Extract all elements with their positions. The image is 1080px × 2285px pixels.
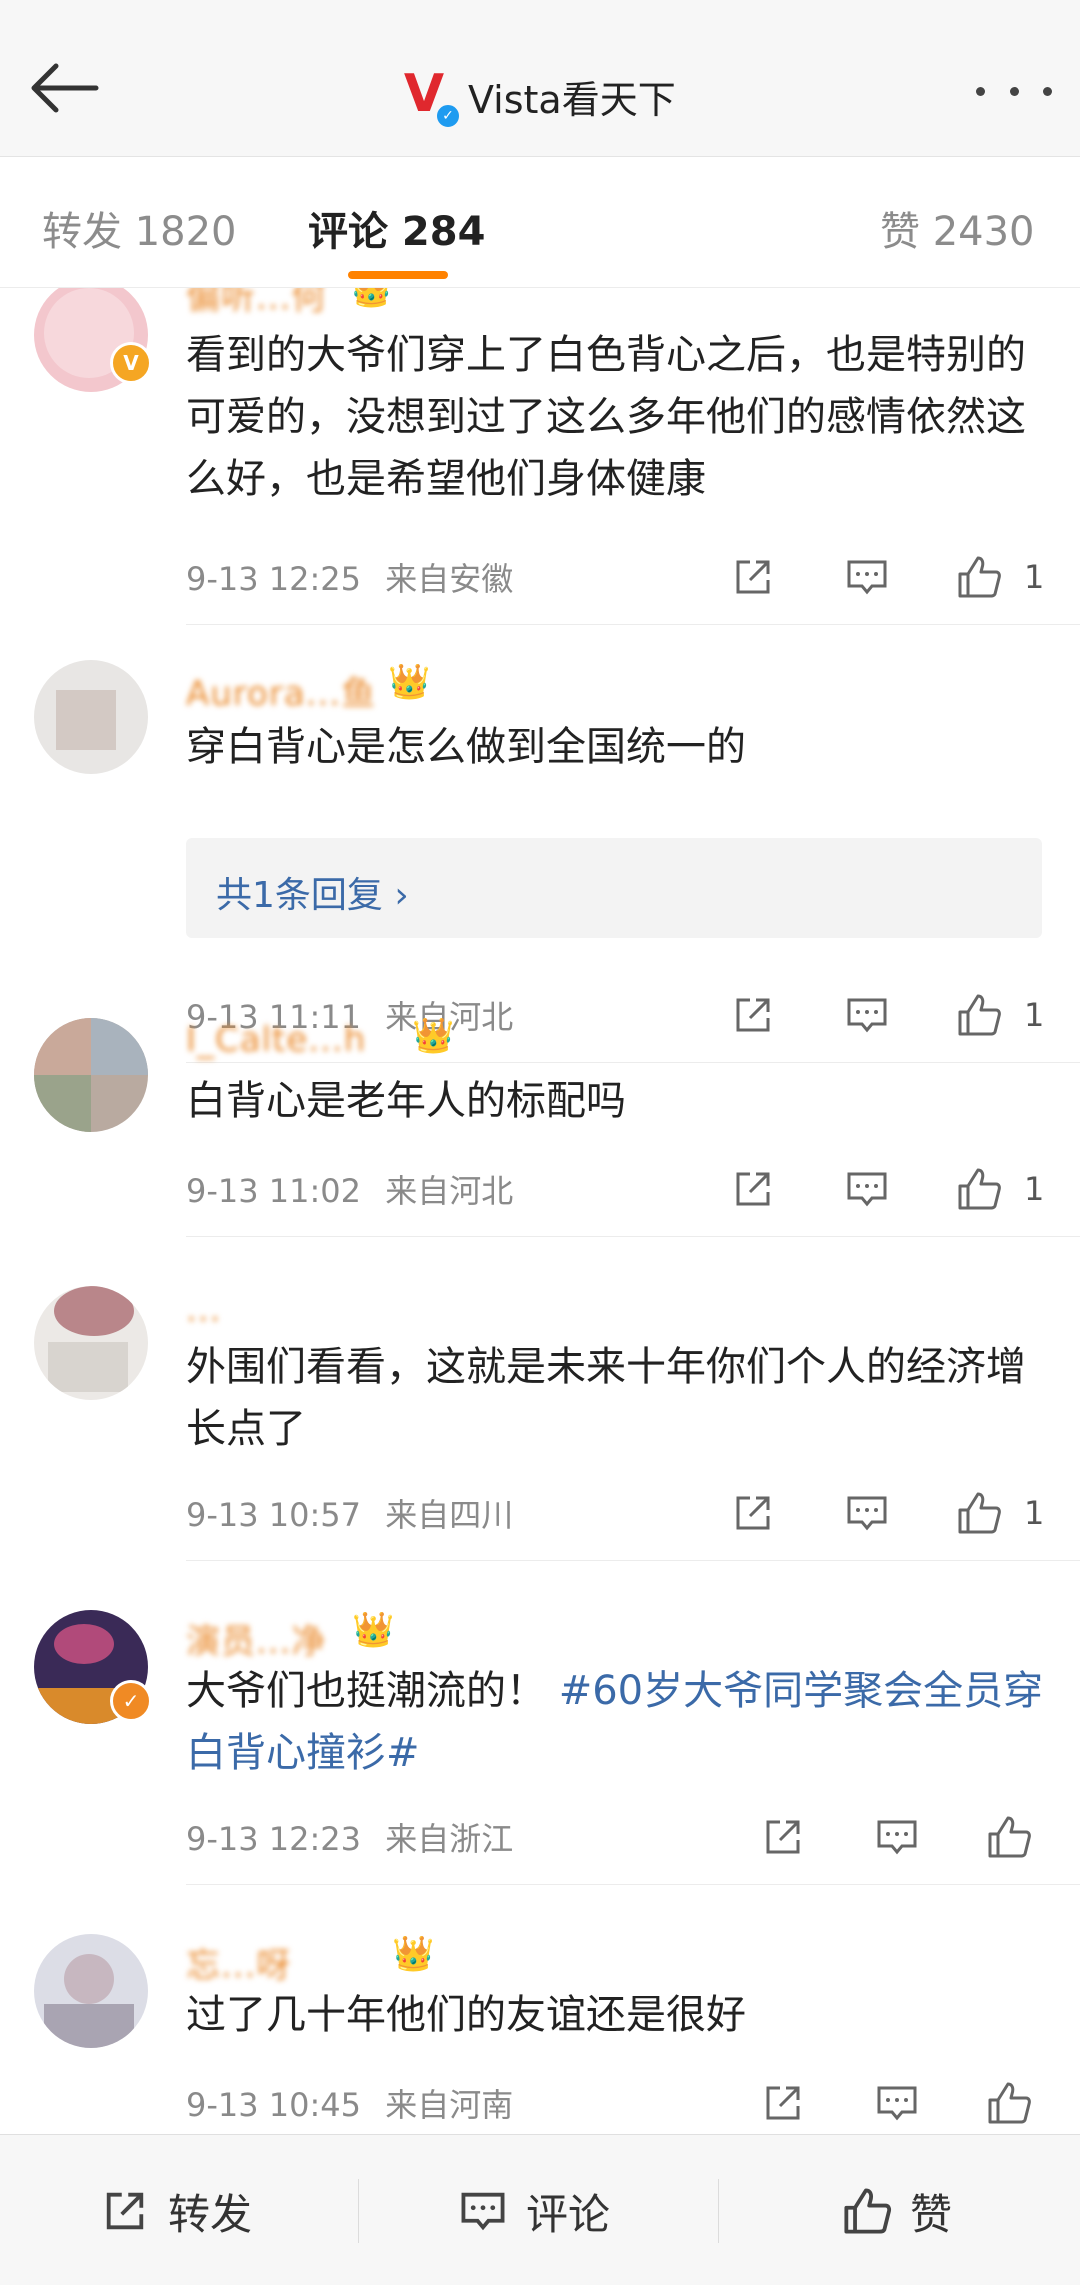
share-icon[interactable] [760, 2080, 806, 2126]
comment-meta: 9-13 11:02 来自河北 [186, 1166, 513, 1212]
divider [186, 1062, 1080, 1063]
crown-badge-icon: 👑 [350, 288, 393, 310]
avatar[interactable] [34, 660, 148, 774]
share-icon[interactable] [730, 1166, 776, 1212]
comment-username[interactable]: 演员...净 [186, 1614, 326, 1663]
crown-badge-icon: 👑 [388, 662, 431, 702]
like-count: 1 [1024, 996, 1045, 1034]
comment-meta: 9-13 12:25 来自安徽 [186, 554, 513, 600]
repost-button[interactable]: 转发 [100, 2185, 252, 2239]
comment-actions [760, 1814, 1050, 1860]
divider [186, 1560, 1080, 1561]
comment-icon [461, 2192, 505, 2231]
like-count: 1 [1024, 558, 1045, 596]
comment-location: 来自四川 [385, 1496, 514, 1534]
comment-text: 白背心是老年人的标配吗 [186, 1078, 626, 1124]
comment-text: 大爷们也挺潮流的！ #60岁大爷同学聚会全员穿白背心撞衫# [186, 1668, 1044, 1776]
avatar[interactable] [34, 1934, 148, 2048]
comment-list[interactable]: V 偏听...何 👑 看到的大爷们穿上了白色背心之后，也是特别的可爱的，没想到过… [0, 288, 1080, 2134]
comment-username[interactable]: ... [186, 1290, 221, 1330]
like-icon[interactable] [956, 554, 1002, 600]
comment-actions: 1 [730, 1166, 1050, 1212]
reply-summary[interactable]: 共1条回复 › [186, 838, 1042, 938]
comment-time: 9-13 10:45 [186, 2086, 362, 2124]
crown-badge-icon: 👑 [412, 1016, 455, 1056]
comment-icon[interactable] [844, 1490, 890, 1536]
like-label: 赞 [910, 2189, 953, 2239]
comment-username[interactable]: 偏听...何 [186, 288, 326, 319]
comment-icon[interactable] [844, 1166, 890, 1212]
comment-icon[interactable] [844, 554, 890, 600]
comment-text: 穿白背心是怎么做到全国统一的 [186, 724, 746, 770]
tab-likes[interactable]: 赞 2430 [880, 199, 1035, 257]
divider [186, 1236, 1080, 1237]
more-dots-icon[interactable] [976, 78, 1052, 104]
comment-time: 9-13 11:02 [186, 1172, 362, 1210]
divider [718, 2179, 719, 2243]
share-icon [106, 2192, 144, 2230]
comment-text: 外围们看看，这就是未来十年你们个人的经济增长点了 [186, 1344, 1026, 1452]
comment-icon[interactable] [844, 992, 890, 1038]
crown-badge-icon: 👑 [352, 1610, 395, 1650]
comment-username[interactable]: 忘...呀 [186, 1938, 291, 1987]
like-icon[interactable] [956, 992, 1002, 1038]
like-icon[interactable] [986, 1814, 1032, 1860]
share-icon[interactable] [730, 554, 776, 600]
comment-text: 过了几十年他们的友谊还是很好 [186, 1992, 746, 2038]
comment-meta: 9-13 10:45 来自河南 [186, 2080, 513, 2126]
post-tabs: 转发 1820 评论 284 赞 2430 [0, 157, 1080, 288]
avatar[interactable] [34, 1286, 148, 1400]
share-icon[interactable] [730, 992, 776, 1038]
verified-badge-icon: V [110, 342, 152, 384]
account-logo: V ✓ [396, 66, 462, 130]
divider [358, 2179, 359, 2243]
comment-button[interactable]: 评论 [458, 2185, 610, 2239]
top-nav-bar: V ✓ Vista看天下 [0, 0, 1080, 157]
comment-actions: 1 [730, 1490, 1050, 1536]
active-tab-indicator [348, 271, 448, 279]
like-icon[interactable] [986, 2080, 1032, 2126]
comment-actions: 1 [730, 992, 1050, 1038]
comment-text: 看到的大爷们穿上了白色背心之后，也是特别的可爱的，没想到过了这么多年他们的感情依… [186, 332, 1026, 502]
account-title[interactable]: V ✓ Vista看天下 [396, 62, 676, 130]
verified-badge-icon: ✓ [434, 102, 462, 130]
like-count: 1 [1024, 1170, 1045, 1208]
comment-username[interactable]: I_Calte...h [186, 1020, 366, 1060]
repost-label: 转发 [168, 2189, 253, 2239]
like-icon[interactable] [956, 1490, 1002, 1536]
reply-count-link[interactable]: 共1条回复 › [216, 866, 409, 918]
comment-icon[interactable] [874, 1814, 920, 1860]
comment-time: 9-13 10:57 [186, 1496, 362, 1534]
verified-badge-icon: ✓ [110, 1680, 152, 1722]
comment-username[interactable]: Aurora...鱼 [186, 666, 376, 715]
comment-time: 9-13 12:25 [186, 560, 362, 598]
account-name: Vista看天下 [468, 77, 676, 122]
comment-label: 评论 [526, 2189, 611, 2239]
divider [186, 624, 1080, 625]
crown-badge-icon: 👑 [392, 1934, 435, 1974]
comment-meta: 9-13 10:57 来自四川 [186, 1490, 513, 1536]
tab-comments[interactable]: 评论 284 [308, 199, 485, 257]
comment-icon[interactable] [874, 2080, 920, 2126]
avatar[interactable] [34, 1018, 148, 1132]
like-count: 1 [1024, 1494, 1045, 1532]
tab-repost[interactable]: 转发 1820 [42, 199, 237, 257]
comment-meta: 9-13 12:23 来自浙江 [186, 1814, 513, 1860]
bottom-action-bar: 转发 评论 赞 [0, 2134, 1080, 2285]
comment-location: 来自河南 [385, 2086, 514, 2124]
share-icon[interactable] [760, 1814, 806, 1860]
comment-location: 来自河北 [385, 1172, 514, 1210]
like-icon[interactable] [956, 1166, 1002, 1212]
like-icon [844, 2188, 892, 2234]
comment-location: 来自浙江 [385, 1820, 514, 1858]
share-icon[interactable] [730, 1490, 776, 1536]
comment-location: 来自安徽 [385, 560, 514, 598]
comment-time: 9-13 12:23 [186, 1820, 362, 1858]
back-arrow-icon[interactable] [26, 58, 106, 128]
comment-actions [760, 2080, 1050, 2126]
comment-actions: 1 [730, 554, 1050, 600]
like-button[interactable]: 赞 [842, 2185, 952, 2239]
divider [186, 1884, 1080, 1885]
